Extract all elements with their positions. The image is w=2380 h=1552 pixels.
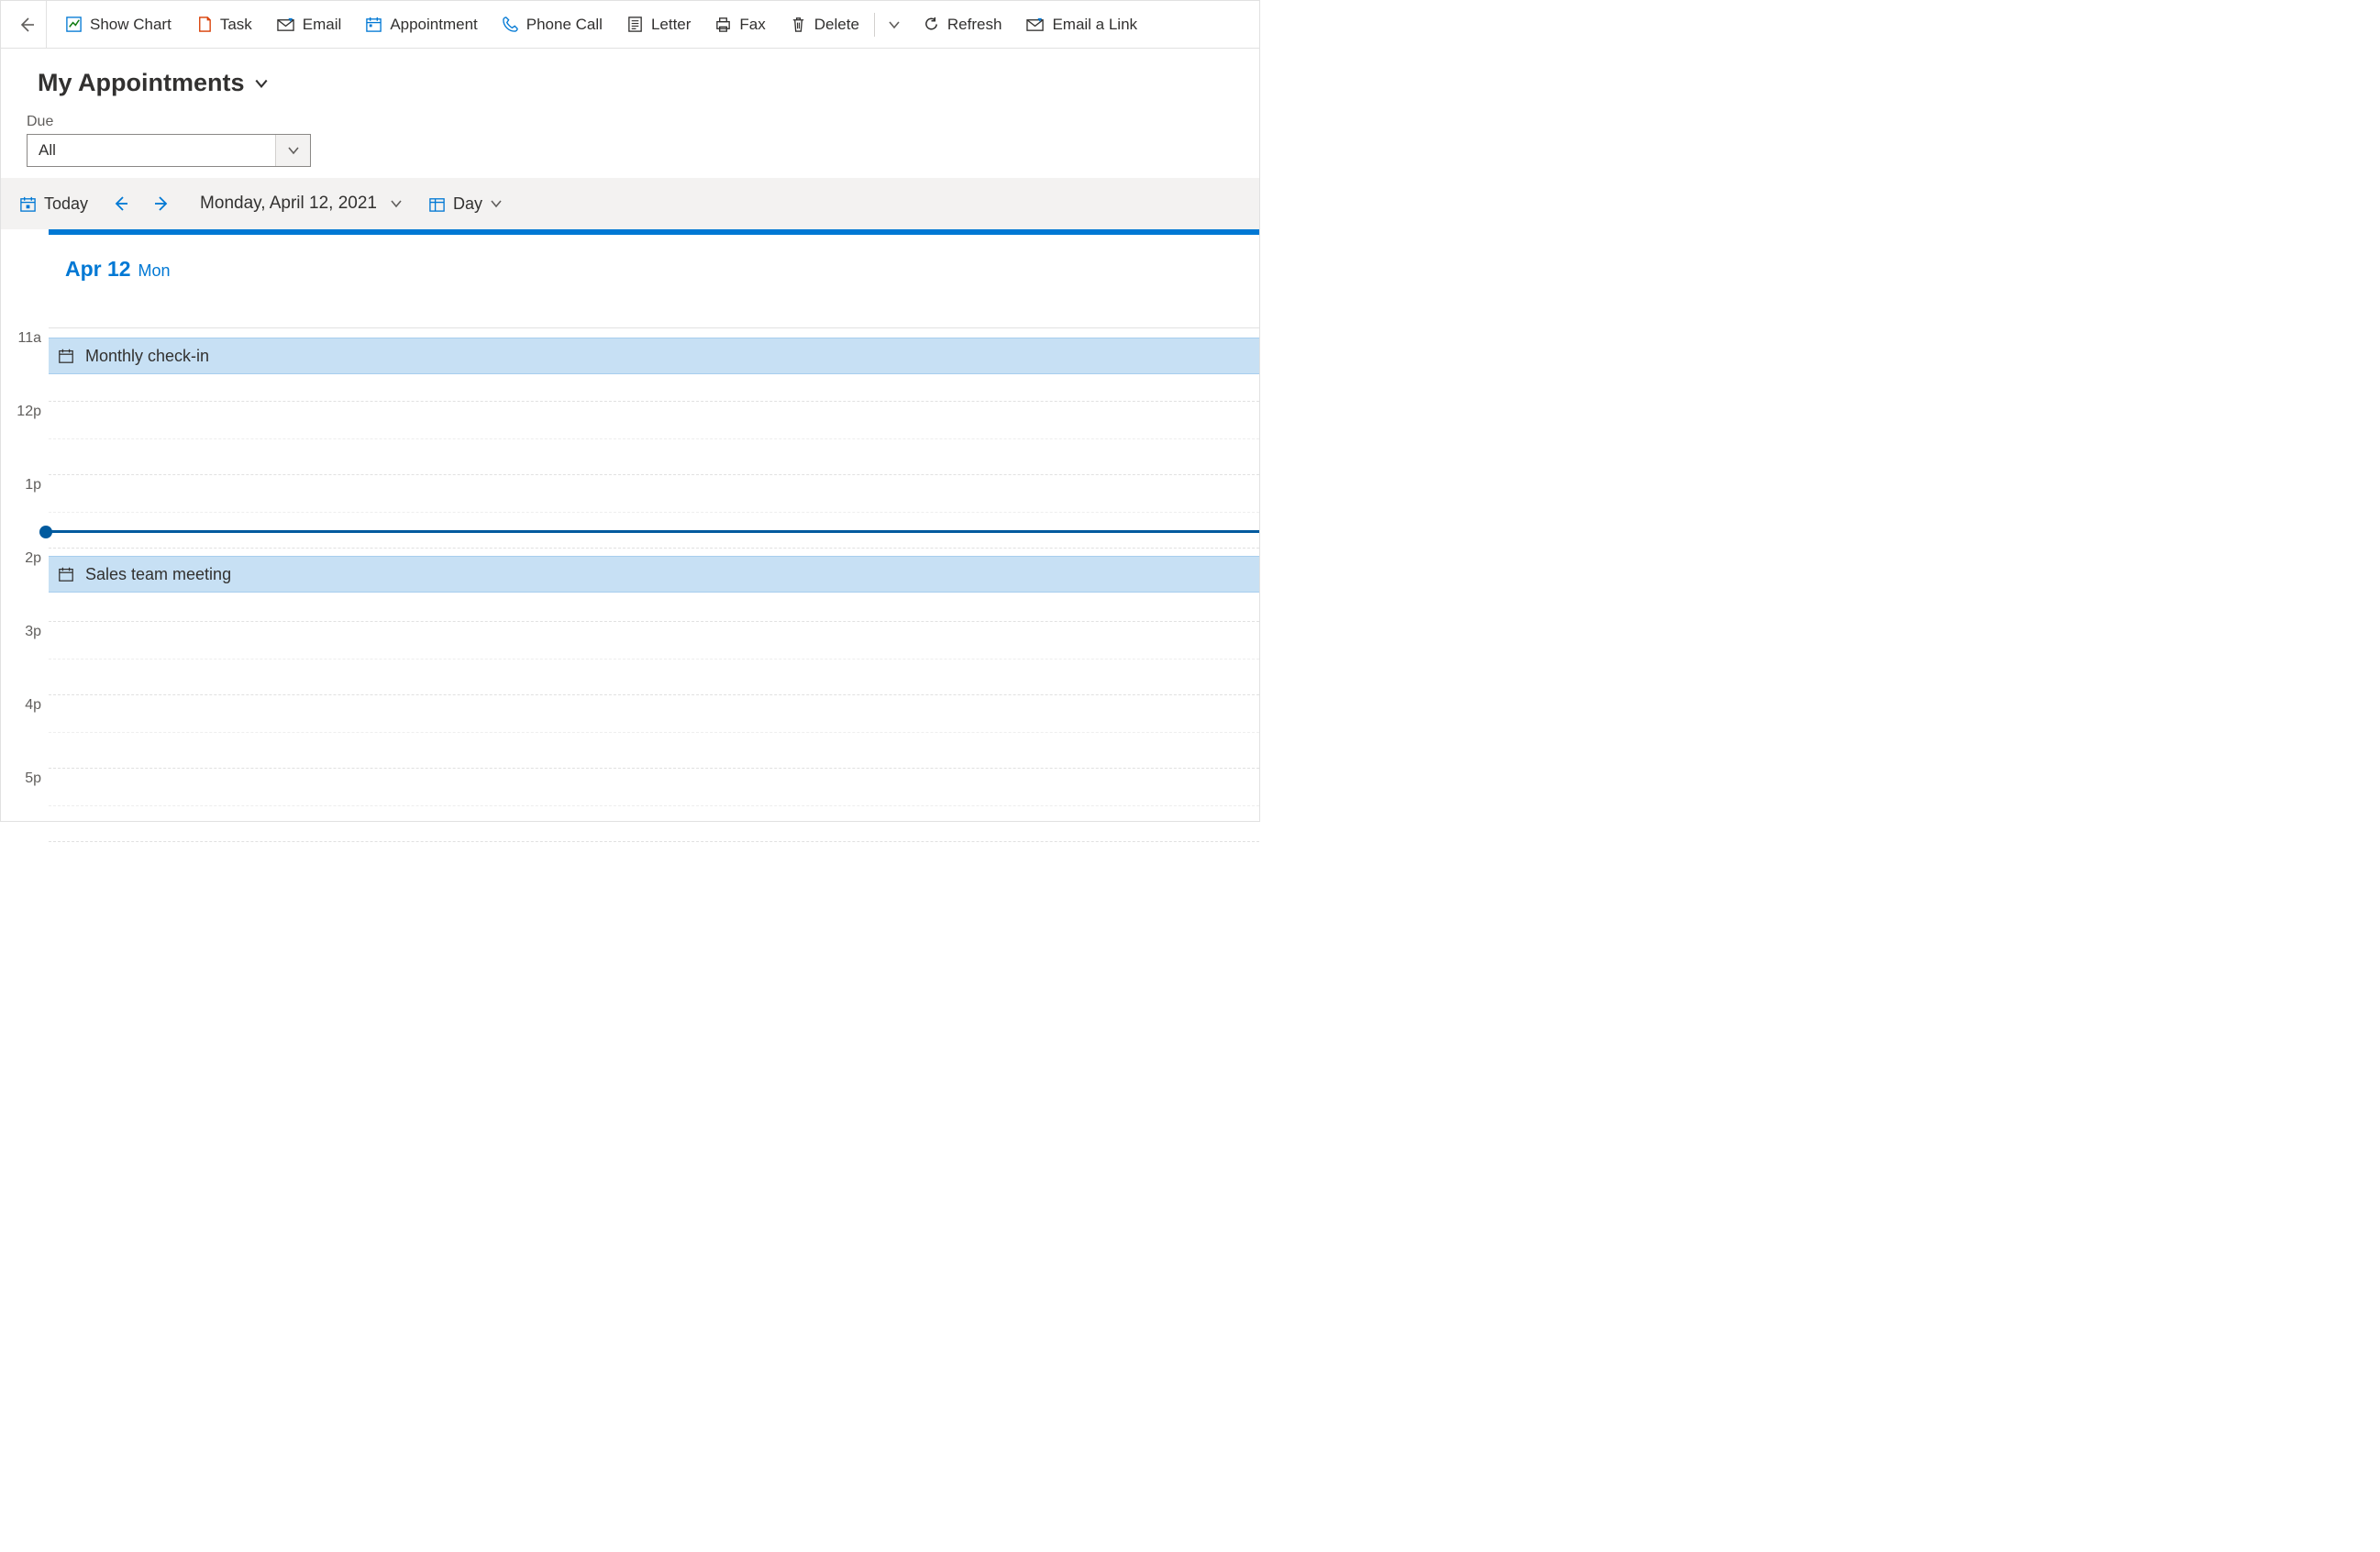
calendar-nav-bar: Today Monday, April 12, 2021 Day	[1, 178, 1259, 229]
refresh-label: Refresh	[947, 16, 1002, 34]
calendar-day-weekday: Mon	[138, 261, 170, 280]
calendar-now-dot	[39, 526, 52, 538]
calendar-hour-cell[interactable]	[49, 402, 1259, 475]
phone-call-button[interactable]: Phone Call	[491, 1, 614, 48]
range-label: Day	[453, 194, 482, 214]
view-header: My Appointments	[1, 49, 1259, 106]
calendar-now-indicator	[45, 530, 1259, 533]
arrow-left-icon	[17, 16, 36, 34]
show-chart-button[interactable]: Show Chart	[54, 1, 183, 48]
calendar-grid[interactable]: 11a12p1p2p3p4p5p Monthly check-in Sales te…	[1, 328, 1259, 842]
calendar-hour-label: 2p	[1, 549, 49, 622]
calendar-range-icon	[428, 195, 446, 213]
letter-label: Letter	[651, 16, 691, 34]
refresh-icon	[923, 16, 940, 33]
trash-icon	[790, 16, 807, 33]
calendar-body: Apr 12 Mon 11a12p1p2p3p4p5p Monthly check…	[1, 229, 1259, 842]
calendar-hour-label: 1p	[1, 475, 49, 549]
email-icon	[276, 16, 295, 33]
calendar-hour-row: 3p	[1, 622, 1259, 695]
task-label: Task	[220, 16, 252, 34]
show-chart-label: Show Chart	[90, 16, 172, 34]
refresh-button[interactable]: Refresh	[912, 1, 1013, 48]
delete-button[interactable]: Delete	[779, 1, 870, 48]
calendar-hour-cell[interactable]	[49, 695, 1259, 769]
email-link-label: Email a Link	[1052, 16, 1137, 34]
delete-label: Delete	[814, 16, 859, 34]
filter-section: Due All	[1, 106, 1259, 178]
due-filter-value: All	[28, 141, 67, 160]
phone-call-label: Phone Call	[526, 16, 603, 34]
fax-label: Fax	[739, 16, 765, 34]
calendar-icon	[58, 566, 74, 582]
today-button[interactable]: Today	[10, 189, 97, 219]
phone-icon	[502, 16, 519, 33]
calendar-hour-label: 12p	[1, 402, 49, 475]
calendar-hour-label: 3p	[1, 622, 49, 695]
appointment-button[interactable]: Appointment	[354, 1, 488, 48]
calendar-day-date: Apr 12	[65, 257, 131, 281]
chevron-down-icon	[490, 197, 503, 210]
calendar-hour-label: 11a	[1, 328, 49, 402]
chevron-down-icon	[888, 18, 901, 31]
calendar-hour-row: 4p	[1, 695, 1259, 769]
calendar-day-header: Apr 12 Mon	[49, 235, 1259, 328]
calendar-today-icon	[19, 195, 37, 213]
email-button[interactable]: Email	[265, 1, 353, 48]
calendar-hour-row: 12p	[1, 402, 1259, 475]
due-filter-chevron	[275, 135, 310, 166]
letter-icon	[626, 16, 644, 33]
calendar-hour-cell[interactable]	[49, 769, 1259, 842]
today-label: Today	[44, 194, 88, 214]
current-date-label: Monday, April 12, 2021	[194, 194, 382, 214]
view-selector[interactable]: My Appointments	[38, 69, 1234, 97]
command-bar: Show Chart Task Email Appointment Phone …	[1, 1, 1259, 49]
next-period-button[interactable]	[145, 187, 178, 220]
calendar-icon	[365, 16, 382, 33]
task-icon	[195, 16, 213, 33]
chevron-down-icon	[254, 76, 269, 91]
email-link-icon	[1025, 16, 1045, 33]
arrow-left-icon	[112, 194, 130, 213]
email-label: Email	[303, 16, 342, 34]
date-picker-button[interactable]: Monday, April 12, 2021	[185, 188, 412, 219]
calendar-event-title: Sales team meeting	[85, 565, 231, 584]
chart-icon	[65, 16, 83, 33]
calendar-event[interactable]: Monthly check-in	[49, 338, 1259, 374]
range-selector[interactable]: Day	[419, 189, 512, 219]
calendar-event[interactable]: Sales team meeting	[49, 556, 1259, 593]
email-link-button[interactable]: Email a Link	[1014, 1, 1148, 48]
letter-button[interactable]: Letter	[615, 1, 702, 48]
arrow-right-icon	[152, 194, 171, 213]
task-button[interactable]: Task	[184, 1, 263, 48]
appointment-label: Appointment	[390, 16, 477, 34]
chevron-down-icon	[287, 144, 300, 157]
view-title: My Appointments	[38, 69, 245, 97]
command-divider	[874, 13, 875, 37]
due-filter-select[interactable]: All	[27, 134, 311, 167]
calendar-hour-cell[interactable]	[49, 475, 1259, 549]
calendar-hour-cell[interactable]	[49, 622, 1259, 695]
calendar-hour-row: 5p	[1, 769, 1259, 842]
calendar-event-title: Monthly check-in	[85, 347, 209, 366]
calendar-icon	[58, 348, 74, 364]
fax-icon	[714, 16, 732, 33]
previous-period-button[interactable]	[105, 187, 138, 220]
calendar-hour-row: 1p	[1, 475, 1259, 549]
calendar-hour-label: 4p	[1, 695, 49, 769]
overflow-menu-button[interactable]	[879, 1, 910, 48]
calendar-hour-label: 5p	[1, 769, 49, 842]
chevron-down-icon	[390, 197, 403, 210]
fax-button[interactable]: Fax	[703, 1, 776, 48]
filter-label: Due	[27, 114, 1234, 130]
back-button[interactable]	[6, 1, 47, 48]
